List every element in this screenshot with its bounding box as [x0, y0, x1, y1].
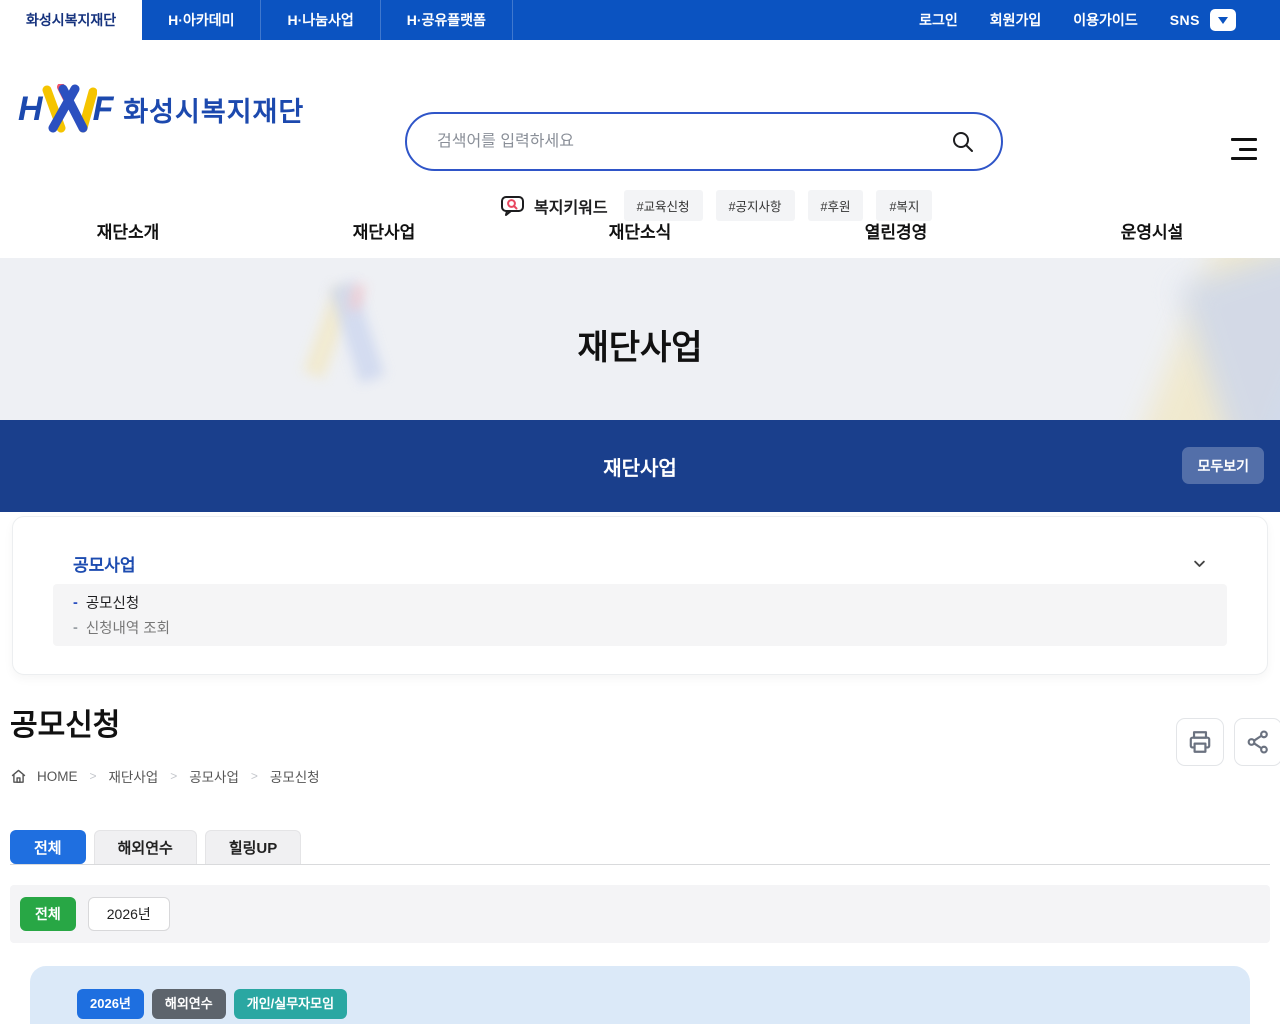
site-tab-platform[interactable]: H·공유플랫폼 — [381, 0, 513, 40]
tab-healing-up[interactable]: 힐링UP — [205, 830, 301, 864]
logo-text: 화성시복지재단 — [123, 90, 304, 129]
guide-link[interactable]: 이용가이드 — [1073, 10, 1137, 30]
logo-letter-f: F — [93, 90, 114, 129]
nav-item-facilities[interactable]: 운영시설 — [1024, 202, 1280, 258]
category-tabs: 전체 해외연수 힐링UP — [10, 830, 1270, 865]
breadcrumb-contest[interactable]: 공모사업 — [189, 766, 239, 786]
nav-item-about[interactable]: 재단소개 — [0, 202, 256, 258]
keyword-chip-education[interactable]: #교육신청 — [624, 190, 703, 221]
site-header: H F 화성시복지재단 복지키워드 #교육신청 #공지사항 — [0, 40, 1280, 202]
submenu-item-label: 공모신청 — [86, 592, 139, 613]
site-family-tabs: 화성시복지재단 H·아카데미 H·나눔사업 H·공유플랫폼 — [0, 0, 513, 40]
hero-title: 재단사업 — [0, 320, 1280, 369]
submenu-card: 공모사업 공모신청 신청내역 조회 — [12, 516, 1268, 675]
submenu-item-label: 신청내역 조회 — [86, 617, 170, 638]
site-tab-sharing[interactable]: H·나눔사업 — [261, 0, 380, 40]
filter-year-button[interactable]: 2026년 — [88, 897, 170, 931]
keyword-chip-notice[interactable]: #공지사항 — [716, 190, 795, 221]
section-bar-title: 재단사업 — [603, 452, 677, 481]
utility-links: 로그인 회원가입 이용가이드 SNS — [919, 0, 1280, 40]
hero-banner: 재단사업 — [0, 258, 1280, 420]
nav-item-programs[interactable]: 재단사업 — [256, 202, 512, 258]
caret-down-icon — [1218, 17, 1228, 24]
menu-button[interactable] — [1231, 138, 1257, 160]
signup-link[interactable]: 회원가입 — [990, 10, 1042, 30]
keyword-title: 복지키워드 — [534, 194, 608, 218]
breadcrumb-separator: > — [251, 769, 258, 783]
login-link[interactable]: 로그인 — [919, 10, 958, 30]
breadcrumb-separator: > — [90, 769, 97, 783]
keyword-chip-donation[interactable]: #후원 — [808, 190, 864, 221]
submenu-group-label: 공모사업 — [73, 551, 136, 576]
submenu-list: 공모신청 신청내역 조회 — [53, 584, 1227, 646]
menu-icon — [1231, 138, 1257, 141]
section-bar: 재단사업 모두보기 — [0, 420, 1280, 512]
home-icon[interactable] — [10, 768, 27, 785]
site-tab-foundation[interactable]: 화성시복지재단 — [0, 0, 142, 40]
breadcrumb-programs[interactable]: 재단사업 — [109, 766, 159, 786]
page-title: 공모신청 — [10, 700, 1270, 744]
badge-category: 해외연수 — [152, 989, 226, 1019]
breadcrumb-home[interactable]: HOME — [37, 769, 78, 784]
badge-target: 개인/실무자모임 — [234, 989, 347, 1019]
tab-overseas-training[interactable]: 해외연수 — [94, 830, 197, 864]
sns-dropdown-button[interactable] — [1210, 9, 1236, 31]
site-logo[interactable]: H F 화성시복지재단 — [18, 84, 304, 134]
top-utility-bar: 화성시복지재단 H·아카데미 H·나눔사업 H·공유플랫폼 로그인 회원가입 이… — [0, 0, 1280, 40]
search-icon — [951, 130, 975, 154]
print-button[interactable] — [1176, 718, 1224, 766]
filter-bar: 전체 2026년 — [10, 885, 1270, 943]
search-button[interactable] — [951, 130, 1001, 154]
view-all-button[interactable]: 모두보기 — [1182, 447, 1264, 484]
tab-all[interactable]: 전체 — [10, 830, 86, 864]
share-icon — [1245, 729, 1271, 755]
chevron-down-icon — [1192, 556, 1207, 571]
submenu-item-history[interactable]: 신청내역 조회 — [53, 615, 1227, 640]
print-icon — [1187, 729, 1213, 755]
submenu-header[interactable]: 공모사업 — [53, 551, 1227, 584]
breadcrumb-separator: > — [170, 769, 177, 783]
page-actions — [1176, 718, 1280, 766]
filter-all-button[interactable]: 전체 — [20, 897, 76, 931]
search-input[interactable] — [407, 133, 951, 151]
logo-w-mark-icon — [39, 84, 97, 134]
search-bar — [405, 112, 1003, 171]
share-button[interactable] — [1234, 718, 1280, 766]
welfare-keywords: 복지키워드 #교육신청 #공지사항 #후원 #복지 — [500, 190, 945, 221]
submenu-item-apply[interactable]: 공모신청 — [53, 590, 1227, 615]
breadcrumb-apply[interactable]: 공모신청 — [270, 766, 320, 786]
keyword-bubble-icon — [500, 194, 526, 218]
site-tab-academy[interactable]: H·아카데미 — [142, 0, 261, 40]
result-card[interactable]: 2026년 해외연수 개인/실무자모임 — [30, 966, 1250, 1024]
sns-label: SNS — [1170, 12, 1200, 28]
badge-year: 2026년 — [77, 989, 144, 1019]
breadcrumb: HOME > 재단사업 > 공모사업 > 공모신청 — [10, 766, 1270, 786]
sns-group: SNS — [1170, 9, 1236, 31]
keyword-chip-welfare[interactable]: #복지 — [876, 190, 932, 221]
page-content: 공모신청 HOME > 재단사업 > 공모사업 > 공모신청 — [0, 700, 1280, 1024]
